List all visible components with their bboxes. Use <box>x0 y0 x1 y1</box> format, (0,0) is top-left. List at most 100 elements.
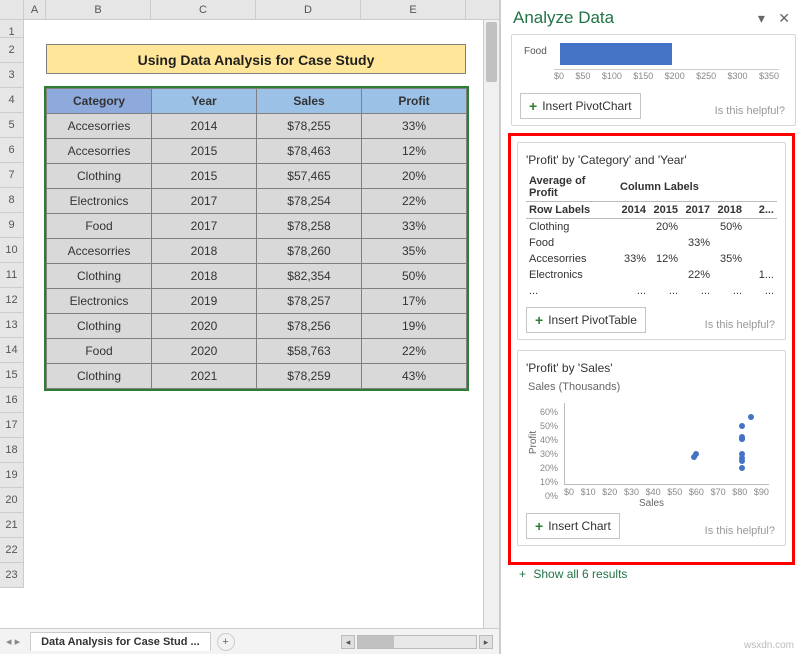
row-head[interactable]: 2 <box>0 38 23 63</box>
row-head[interactable]: 4 <box>0 88 23 113</box>
insert-pivottable-button[interactable]: + Insert PivotTable <box>526 307 646 333</box>
hdr-category[interactable]: Category <box>47 89 152 114</box>
add-sheet-button[interactable]: + <box>217 633 235 651</box>
cell[interactable]: 43% <box>362 364 467 389</box>
cell[interactable]: $82,354 <box>257 264 362 289</box>
row-head[interactable]: 16 <box>0 388 23 413</box>
table-row[interactable]: Clothing2015$57,46520% <box>47 164 467 189</box>
cell[interactable]: 2015 <box>152 164 257 189</box>
hscroll-track[interactable] <box>357 635 477 649</box>
cell[interactable]: 2018 <box>152 239 257 264</box>
table-row[interactable]: Electronics2019$78,25717% <box>47 289 467 314</box>
row-head[interactable]: 6 <box>0 138 23 163</box>
row-head[interactable]: 13 <box>0 313 23 338</box>
cell[interactable]: 35% <box>362 239 467 264</box>
cell[interactable]: Accesorries <box>47 114 152 139</box>
pane-options-icon[interactable]: ▾ <box>758 10 765 26</box>
sheet-tab[interactable]: Data Analysis for Case Stud ... <box>30 632 211 651</box>
row-head[interactable]: 14 <box>0 338 23 363</box>
cell[interactable]: 33% <box>362 114 467 139</box>
hdr-sales[interactable]: Sales <box>257 89 362 114</box>
cell[interactable]: 2015 <box>152 139 257 164</box>
row-head[interactable]: 18 <box>0 438 23 463</box>
cell[interactable]: $78,463 <box>257 139 362 164</box>
row-head[interactable]: 10 <box>0 238 23 263</box>
cell[interactable]: Accesorries <box>47 239 152 264</box>
helpful-link[interactable]: Is this helpful? <box>705 319 775 331</box>
data-table[interactable]: Category Year Sales Profit Accesorries20… <box>46 88 467 389</box>
cell[interactable]: 2017 <box>152 214 257 239</box>
cell[interactable]: 50% <box>362 264 467 289</box>
col-head-c[interactable]: C <box>151 0 256 19</box>
cell[interactable]: Clothing <box>47 264 152 289</box>
col-head-d[interactable]: D <box>256 0 361 19</box>
cell[interactable]: $57,465 <box>257 164 362 189</box>
row-head[interactable]: 23 <box>0 563 23 588</box>
table-row[interactable]: Accesorries2014$78,25533% <box>47 114 467 139</box>
helpful-link[interactable]: Is this helpful? <box>705 525 775 537</box>
cell[interactable]: 2021 <box>152 364 257 389</box>
table-row[interactable]: Clothing2021$78,25943% <box>47 364 467 389</box>
hscroll-thumb[interactable] <box>358 636 394 648</box>
cell[interactable]: $78,258 <box>257 214 362 239</box>
row-head[interactable]: 12 <box>0 288 23 313</box>
table-row[interactable]: Electronics2017$78,25422% <box>47 189 467 214</box>
grid[interactable]: A B C D E 123456789101112131415161718192… <box>0 0 499 628</box>
horizontal-scrollbar[interactable]: ◂ ▸ <box>235 635 499 649</box>
cell[interactable]: Electronics <box>47 289 152 314</box>
cell[interactable]: Accesorries <box>47 139 152 164</box>
cell[interactable]: 33% <box>362 214 467 239</box>
cell[interactable]: $78,259 <box>257 364 362 389</box>
vertical-scrollbar[interactable] <box>483 20 499 628</box>
col-head-b[interactable]: B <box>46 0 151 19</box>
cell[interactable]: Food <box>47 339 152 364</box>
cell[interactable]: 2017 <box>152 189 257 214</box>
table-row[interactable]: Food2020$58,76322% <box>47 339 467 364</box>
row-head[interactable]: 22 <box>0 538 23 563</box>
row-head[interactable]: 20 <box>0 488 23 513</box>
row-head[interactable]: 9 <box>0 213 23 238</box>
hscroll-left[interactable]: ◂ <box>341 635 355 649</box>
row-head[interactable]: 1 <box>0 20 23 38</box>
select-all-corner[interactable] <box>0 0 24 19</box>
insert-chart-button[interactable]: + Insert Chart <box>526 513 620 539</box>
cell[interactable]: 22% <box>362 189 467 214</box>
hdr-year[interactable]: Year <box>152 89 257 114</box>
row-head[interactable]: 3 <box>0 63 23 88</box>
cell[interactable]: 19% <box>362 314 467 339</box>
cell[interactable]: 12% <box>362 139 467 164</box>
row-head[interactable]: 15 <box>0 363 23 388</box>
cell[interactable]: 22% <box>362 339 467 364</box>
cell[interactable]: 2018 <box>152 264 257 289</box>
row-head[interactable]: 11 <box>0 263 23 288</box>
cell[interactable]: 20% <box>362 164 467 189</box>
table-row[interactable]: Clothing2018$82,35450% <box>47 264 467 289</box>
row-head[interactable]: 21 <box>0 513 23 538</box>
col-head-a[interactable]: A <box>24 0 46 19</box>
cell[interactable]: 17% <box>362 289 467 314</box>
cell[interactable]: $78,255 <box>257 114 362 139</box>
title-merged-cell[interactable]: Using Data Analysis for Case Study <box>46 44 466 74</box>
hscroll-right[interactable]: ▸ <box>479 635 493 649</box>
helpful-link[interactable]: Is this helpful? <box>715 105 785 117</box>
row-head[interactable]: 5 <box>0 113 23 138</box>
row-head[interactable]: 19 <box>0 463 23 488</box>
cell[interactable]: 2020 <box>152 339 257 364</box>
cell[interactable]: 2014 <box>152 114 257 139</box>
cell[interactable]: 2020 <box>152 314 257 339</box>
cell[interactable]: $78,260 <box>257 239 362 264</box>
table-row[interactable]: Accesorries2015$78,46312% <box>47 139 467 164</box>
insert-pivotchart-button[interactable]: + Insert PivotChart <box>520 93 641 119</box>
cell[interactable]: Clothing <box>47 164 152 189</box>
row-head[interactable]: 7 <box>0 163 23 188</box>
cell[interactable]: $58,763 <box>257 339 362 364</box>
cell[interactable]: $78,256 <box>257 314 362 339</box>
table-row[interactable]: Accesorries2018$78,26035% <box>47 239 467 264</box>
show-all-results-link[interactable]: + Show all 6 results <box>511 562 796 586</box>
scrollbar-thumb[interactable] <box>486 22 497 82</box>
row-head[interactable]: 17 <box>0 413 23 438</box>
cell[interactable]: Food <box>47 214 152 239</box>
cell[interactable]: Electronics <box>47 189 152 214</box>
tab-nav-arrows[interactable]: ◂ ▸ <box>0 635 26 648</box>
cell[interactable]: $78,254 <box>257 189 362 214</box>
